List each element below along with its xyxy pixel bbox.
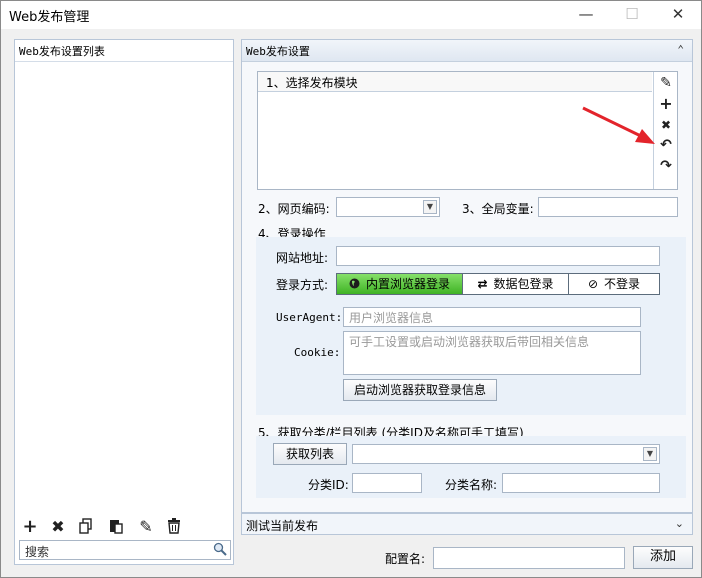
copy-icon[interactable]	[77, 518, 95, 536]
maximize-button[interactable]: ☐	[609, 1, 655, 29]
site-url-field[interactable]	[336, 246, 660, 266]
list-toolbar: + ✖ ✎	[15, 514, 233, 540]
test-publish-label: 测试当前发布	[246, 519, 319, 533]
settings-list-header: Web发布设置列表	[15, 40, 233, 62]
packet-login-label: 数据包登录	[493, 277, 554, 291]
publish-settings-panel: Web发布设置 ⌃ 1、选择发布模块 ✎ + ✖ ↶ ↷ 2、网页编码: ▼ 3…	[241, 39, 693, 513]
search-placeholder: 搜索	[25, 545, 50, 559]
packet-login-option[interactable]: ⇄ 数据包登录	[463, 274, 569, 294]
fetch-list-button[interactable]: 获取列表	[273, 443, 347, 465]
useragent-field[interactable]: 用户浏览器信息	[343, 307, 641, 327]
paste-icon[interactable]	[107, 518, 125, 536]
login-method-label: 登录方式:	[276, 278, 329, 292]
category-id-label: 分类ID:	[308, 478, 349, 492]
global-var-field[interactable]	[538, 197, 678, 217]
edit-module-icon[interactable]: ✎	[657, 74, 675, 92]
module-list[interactable]	[258, 93, 652, 189]
add-button[interactable]: 添加	[633, 546, 693, 569]
cookie-field[interactable]: 可手工设置或启动浏览器获取后带回相关信息	[343, 331, 641, 375]
title-bar: Web发布管理 — ☐ ✕	[1, 1, 701, 29]
module-side-toolbar: ✎ + ✖ ↶ ↷	[653, 72, 677, 189]
config-name-label: 配置名:	[385, 552, 426, 566]
ban-icon: ⊘	[587, 277, 599, 291]
window-title: Web发布管理	[9, 10, 90, 25]
no-login-option[interactable]: ⊘ 不登录	[569, 274, 659, 294]
add-module-icon[interactable]: +	[657, 95, 675, 113]
login-method-selector: 内置浏览器登录 ⇄ 数据包登录 ⊘ 不登录	[336, 273, 660, 295]
publish-settings-title: Web发布设置	[246, 45, 310, 58]
undo-icon[interactable]: ↶	[657, 136, 675, 154]
edit-icon[interactable]: ✎	[137, 518, 155, 536]
close-button[interactable]: ✕	[655, 1, 701, 29]
redo-icon[interactable]: ↷	[657, 157, 675, 175]
category-name-field[interactable]	[502, 473, 660, 493]
minimize-button[interactable]: —	[563, 1, 609, 29]
search-input[interactable]: 搜索	[19, 540, 231, 560]
delete-icon[interactable]: ✖	[49, 518, 67, 536]
no-login-label: 不登录	[604, 277, 641, 291]
builtin-browser-login-label: 内置浏览器登录	[365, 277, 450, 291]
collapse-icon[interactable]: ⌃	[677, 43, 684, 56]
config-name-field[interactable]	[433, 547, 625, 569]
search-icon[interactable]	[213, 542, 227, 559]
useragent-label: UserAgent:	[276, 311, 343, 324]
publish-settings-header[interactable]: Web发布设置 ⌃	[242, 40, 692, 62]
useragent-placeholder: 用户浏览器信息	[349, 311, 434, 325]
chevron-down-icon[interactable]: ▼	[643, 447, 657, 461]
site-url-label: 网站地址:	[276, 251, 329, 265]
encoding-label: 2、网页编码:	[258, 202, 330, 216]
module-select-box: 1、选择发布模块 ✎ + ✖ ↶ ↷	[257, 71, 678, 190]
module-select-label: 1、选择发布模块	[258, 72, 652, 92]
builtin-browser-login-option[interactable]: 内置浏览器登录	[337, 274, 463, 294]
remove-module-icon[interactable]: ✖	[657, 116, 675, 134]
chevron-down-icon[interactable]: ▼	[423, 200, 437, 214]
category-name-label: 分类名称:	[445, 478, 498, 492]
shuffle-icon: ⇄	[477, 277, 488, 291]
expand-icon[interactable]: ⌄	[675, 517, 684, 530]
category-id-field[interactable]	[352, 473, 422, 493]
global-var-label: 3、全局变量:	[462, 202, 534, 216]
category-select[interactable]: ▼	[352, 444, 660, 464]
cookie-label: Cookie:	[294, 346, 341, 359]
encoding-select[interactable]: ▼	[336, 197, 440, 217]
settings-list-panel: Web发布设置列表 + ✖ ✎ 搜索	[14, 39, 234, 565]
web-publish-window: Web发布管理 — ☐ ✕ Web发布设置列表 + ✖ ✎ 搜索 Web发布设置…	[0, 0, 702, 578]
trash-icon[interactable]	[165, 518, 183, 536]
cookie-placeholder: 可手工设置或启动浏览器获取后带回相关信息	[349, 335, 590, 349]
settings-list[interactable]	[15, 62, 233, 514]
test-publish-bar[interactable]: 测试当前发布 ⌄	[241, 513, 693, 535]
launch-browser-button[interactable]: 启动浏览器获取登录信息	[343, 379, 497, 401]
add-icon[interactable]: +	[21, 518, 39, 536]
